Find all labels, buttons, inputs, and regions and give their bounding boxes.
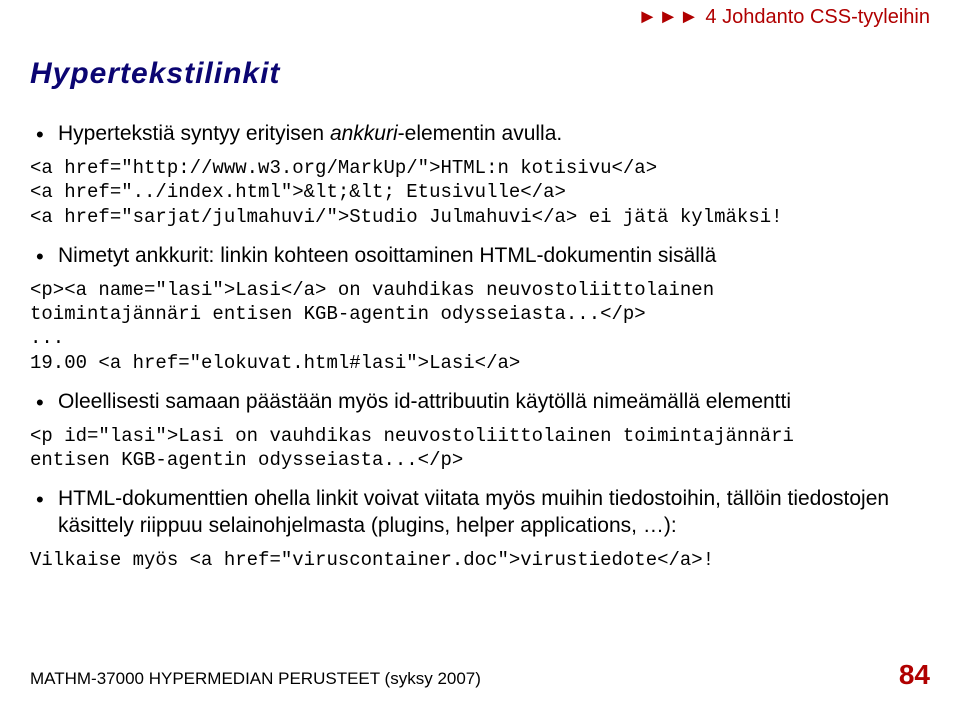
page: ►►► 4 Johdanto CSS-tyyleihin Hyperteksti… — [0, 0, 960, 705]
bullet-list-2: Nimetyt ankkurit: linkin kohteen osoitta… — [30, 243, 930, 270]
bullet-list-3: Oleellisesti samaan päästään myös id-att… — [30, 389, 930, 416]
code-block-1: <a href="http://www.w3.org/MarkUp/">HTML… — [30, 156, 930, 229]
code-block-4: Vilkaise myös <a href="viruscontainer.do… — [30, 548, 930, 572]
bullet-1: Hypertekstiä syntyy erityisen ankkuri-el… — [30, 121, 930, 148]
bullet-1-text: Hypertekstiä syntyy erityisen ankkuri-el… — [58, 122, 562, 145]
page-number: 84 — [899, 659, 930, 691]
bullet-list: Hypertekstiä syntyy erityisen ankkuri-el… — [30, 121, 930, 148]
chapter-header: ►►► 4 Johdanto CSS-tyyleihin — [30, 6, 930, 29]
bullet-3: Oleellisesti samaan päästään myös id-att… — [30, 389, 930, 416]
code-block-2: <p><a name="lasi">Lasi</a> on vauhdikas … — [30, 278, 930, 375]
arrow-icon: ►►► — [637, 6, 699, 28]
bullet-2: Nimetyt ankkurit: linkin kohteen osoitta… — [30, 243, 930, 270]
page-heading: Hypertekstilinkit — [30, 57, 930, 91]
footer-course: MATHM-37000 HYPERMEDIAN PERUSTEET (syksy… — [30, 669, 481, 689]
code-block-3: <p id="lasi">Lasi on vauhdikas neuvostol… — [30, 424, 930, 473]
footer: MATHM-37000 HYPERMEDIAN PERUSTEET (syksy… — [30, 659, 930, 691]
bullet-4: HTML-dokumenttien ohella linkit voivat v… — [30, 486, 930, 540]
chapter-title: 4 Johdanto CSS-tyyleihin — [705, 6, 930, 28]
bullet-list-4: HTML-dokumenttien ohella linkit voivat v… — [30, 486, 930, 540]
